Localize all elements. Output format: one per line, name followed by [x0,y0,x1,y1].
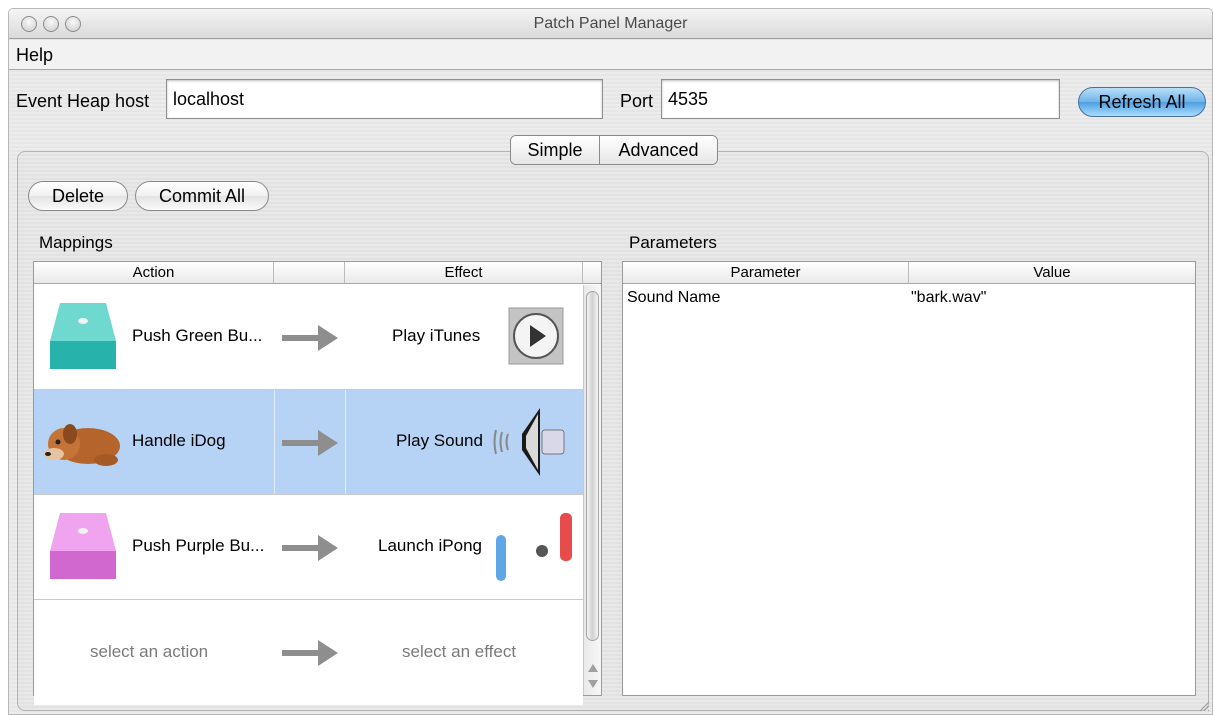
pong-icon [496,513,572,581]
column-header-effect[interactable]: Effect [345,262,583,284]
port-input[interactable] [661,79,1060,119]
column-header-arrow [274,262,345,284]
speaker-icon [493,408,565,476]
play-icon [508,307,564,365]
green-button-icon [50,303,116,369]
action-placeholder: select an action [90,642,209,661]
idog-icon [44,424,120,466]
table-row[interactable]: select an action select an effect [34,600,583,705]
table-row[interactable]: Handle iDog Play Sound [34,390,583,495]
title-bar[interactable]: Patch Panel Manager [9,9,1212,39]
tab-advanced[interactable]: Advanced [599,136,717,164]
parameter-value-cell[interactable]: "bark.wav" [911,289,986,307]
action-label: Push Purple Bu... [132,536,265,555]
effect-label: Launch iPong [378,536,482,555]
arrow-right-icon [282,430,338,456]
commit-all-button[interactable]: Commit All [135,181,269,211]
parameter-name-cell[interactable]: Sound Name [627,289,720,307]
scroll-down-icon[interactable] [587,679,599,689]
arrow-right-icon [282,640,338,666]
view-mode-tabs: Simple Advanced [510,135,718,165]
arrow-right-icon [282,325,338,351]
column-header-corner [583,262,601,284]
effect-label: Play iTunes [392,326,481,345]
menu-bar: Help [9,40,1212,70]
delete-button[interactable]: Delete [28,181,128,211]
scrollbar-thumb[interactable] [586,291,599,641]
window-title: Patch Panel Manager [533,15,688,32]
mappings-heading: Mappings [39,233,113,252]
menu-help[interactable]: Help [16,45,53,66]
effect-placeholder: select an effect [402,642,517,661]
app-window: Patch Panel Manager Help Event Heap host… [8,8,1213,715]
mappings-table: Action Effect Push Green Bu... Play iTun… [33,261,602,705]
tab-simple[interactable]: Simple [511,136,599,164]
table-row[interactable]: Push Green Bu... Play iTunes [34,285,583,390]
column-header-action[interactable]: Action [34,262,274,284]
parameters-table: Parameter Value Sound Name "bark.wav" [622,261,1196,696]
mappings-scrollbar[interactable] [583,285,601,695]
refresh-all-button[interactable]: Refresh All [1078,87,1206,117]
column-header-parameter[interactable]: Parameter [623,262,909,284]
scroll-up-icon[interactable] [587,663,599,673]
effect-label: Play Sound [396,431,483,450]
table-row[interactable]: Push Purple Bu... Launch iPong [34,495,583,600]
parameters-heading: Parameters [629,233,717,252]
column-header-value[interactable]: Value [909,262,1195,284]
host-input[interactable] [166,79,603,119]
port-label: Port [620,91,654,111]
action-label: Push Green Bu... [132,326,263,345]
action-label: Handle iDog [132,431,226,450]
host-label: Event Heap host [16,91,150,111]
purple-button-icon [50,513,116,579]
resize-grip-icon[interactable] [1198,700,1210,712]
arrow-right-icon [282,535,338,561]
